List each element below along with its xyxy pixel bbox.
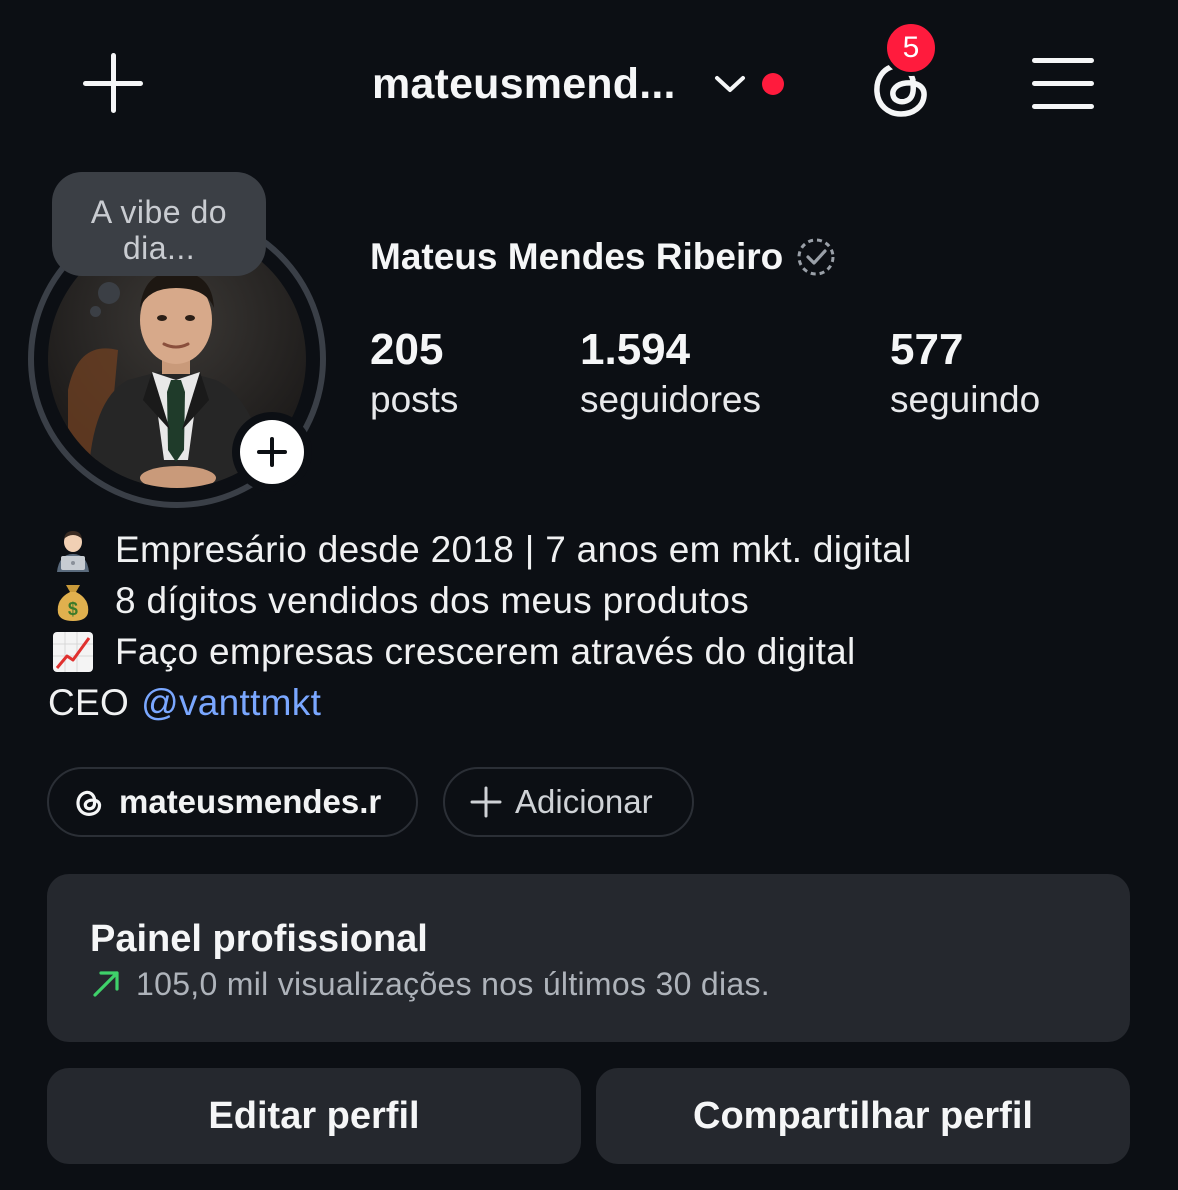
notification-badge: 5 xyxy=(883,20,939,76)
stat-following-value: 577 xyxy=(890,325,964,374)
threads-handle: mateusmendes.r xyxy=(119,783,382,820)
note-bubble-tail xyxy=(98,282,120,304)
stat-following-label: seguindo xyxy=(890,379,1041,420)
full-name-text: Mateus Mendes Ribeiro xyxy=(370,236,784,277)
panel-title: Painel profissional xyxy=(90,918,428,960)
chevron-down-icon xyxy=(714,68,746,100)
account-switcher[interactable]: mateusmend... xyxy=(372,56,784,112)
verified-badge-icon[interactable] xyxy=(795,236,837,278)
full-name: Mateus Mendes Ribeiro xyxy=(370,234,837,280)
add-link-label: Adicionar xyxy=(515,783,653,820)
svg-text:$: $ xyxy=(68,599,78,619)
bio: Empresário desde 2018 | 7 anos em mkt. d… xyxy=(48,524,1138,728)
bio-line-2: $ 8 dígitos vendidos dos meus produtos xyxy=(48,575,1138,626)
note-bubble-tail-small xyxy=(90,306,101,317)
threads-link-pill[interactable]: mateusmendes.r xyxy=(47,767,418,837)
share-profile-button[interactable]: Compartilhar perfil xyxy=(596,1068,1130,1164)
create-plus-icon[interactable] xyxy=(80,50,146,116)
panel-subtitle-text: 105,0 mil visualizações nos últimos 30 d… xyxy=(136,965,770,1002)
bio-text-1: Empresário desde 2018 | 7 anos em mkt. d… xyxy=(115,528,912,570)
stat-posts[interactable]: 205 posts xyxy=(370,326,458,424)
trend-up-icon xyxy=(93,971,119,997)
add-link-pill[interactable]: Adicionar xyxy=(443,767,694,837)
top-bar: mateusmend... 5 xyxy=(0,0,1178,170)
username: mateusmend... xyxy=(372,59,676,108)
bio-text-3: Faço empresas crescerem através do digit… xyxy=(115,630,856,672)
stat-followers[interactable]: 1.594 seguidores xyxy=(580,326,761,424)
bio-line-1: Empresário desde 2018 | 7 anos em mkt. d… xyxy=(48,524,1138,575)
stat-following[interactable]: 577 seguindo xyxy=(890,326,1040,424)
professional-dashboard[interactable]: Painel profissional 105,0 mil visualizaç… xyxy=(47,874,1130,1042)
plus-icon xyxy=(470,786,502,818)
money-bag-emoji-icon: $ xyxy=(48,579,98,623)
panel-subtitle: 105,0 mil visualizações nos últimos 30 d… xyxy=(90,964,770,1004)
technologist-emoji-icon xyxy=(48,528,98,572)
bio-text-2: 8 dígitos vendidos dos meus produtos xyxy=(115,579,750,621)
hamburger-menu-icon[interactable] xyxy=(1032,56,1096,112)
threads-small-icon xyxy=(76,790,102,816)
bio-ceo-prefix: CEO xyxy=(48,681,130,723)
add-story-button[interactable] xyxy=(232,412,312,492)
mention-link[interactable]: @vanttmkt xyxy=(141,682,321,724)
stat-posts-value: 205 xyxy=(370,325,444,374)
bio-line-3: Faço empresas crescerem através do digit… xyxy=(48,626,1138,677)
chart-increasing-emoji-icon xyxy=(48,630,98,674)
profile-page: mateusmend... 5 A vibe do dia... Mateus … xyxy=(0,0,1178,1190)
stat-followers-label: seguidores xyxy=(580,379,762,420)
add-story-plus-icon xyxy=(240,420,304,484)
note-bubble[interactable]: A vibe do dia... xyxy=(52,172,266,276)
edit-profile-button[interactable]: Editar perfil xyxy=(47,1068,581,1164)
unread-dot xyxy=(761,73,784,95)
stat-followers-value: 1.594 xyxy=(580,325,691,374)
bio-line-4: CEO @vanttmkt xyxy=(48,677,1138,728)
stat-posts-label: posts xyxy=(370,379,459,420)
